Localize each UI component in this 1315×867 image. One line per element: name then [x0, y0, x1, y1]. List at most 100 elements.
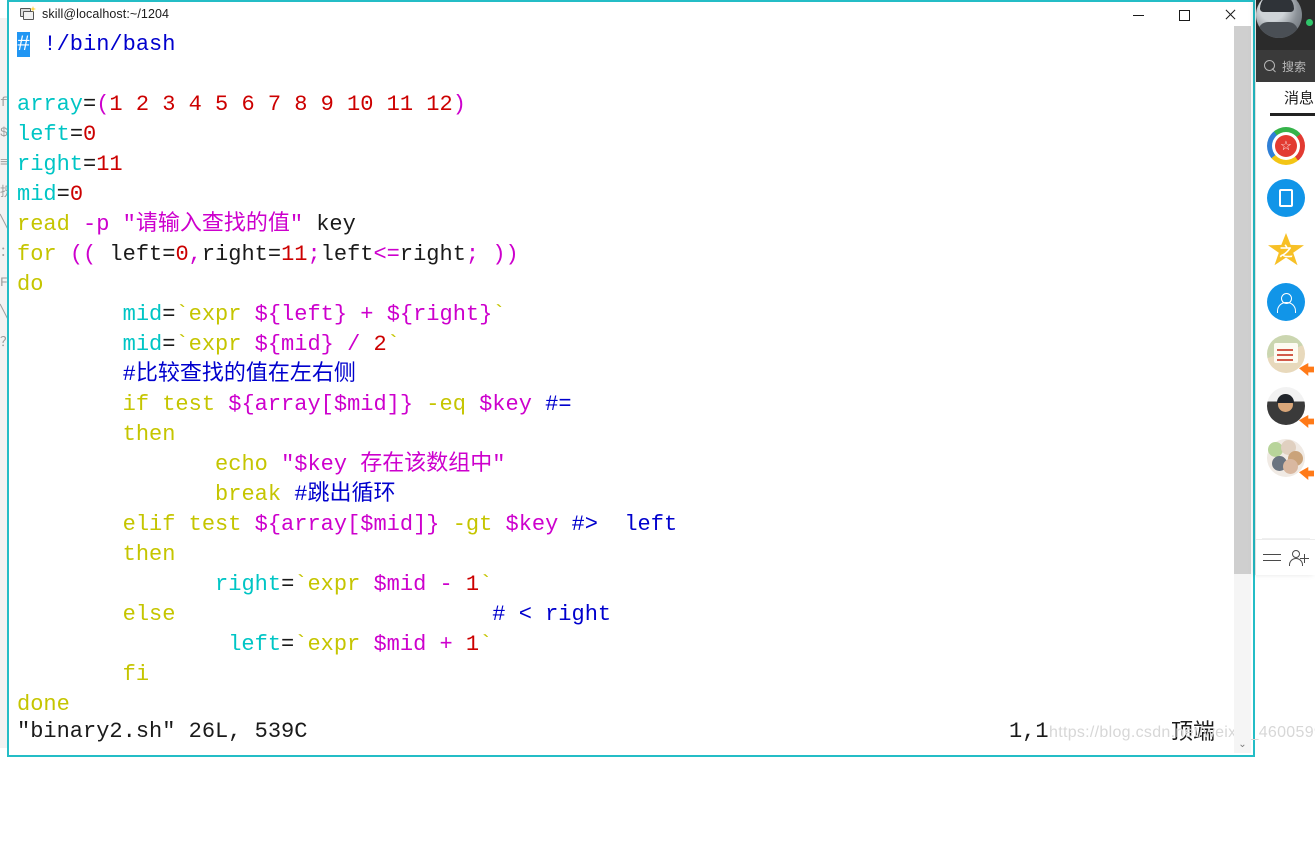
minimize-button[interactable] — [1115, 2, 1161, 28]
code-token: fi — [122, 662, 150, 687]
maximize-button[interactable] — [1161, 2, 1207, 28]
terminal-screen[interactable]: # !/bin/bash array=(1 2 3 4 5 6 7 8 9 10… — [9, 26, 1253, 753]
code-token: # — [17, 32, 31, 57]
code-token: ; — [465, 242, 493, 267]
code-token: ${mid} — [254, 332, 334, 357]
code-token: for — [17, 242, 57, 267]
code-token: #跳出循环 — [294, 482, 396, 507]
code-token: ( — [96, 92, 110, 117]
qq-conversation-list[interactable]: ☆ 之 — [1256, 120, 1315, 539]
code-token: echo — [215, 452, 282, 477]
code-token: + — [426, 632, 466, 657]
qq-messenger-panel[interactable]: 搜索 消息 ☆ 之 — [1255, 0, 1315, 575]
qq-group-icon — [1267, 283, 1305, 321]
code-token: = — [83, 92, 97, 117]
terminal-line: then — [17, 540, 677, 570]
scrollbar-thumb[interactable] — [1234, 26, 1251, 574]
code-token: do — [17, 272, 44, 297]
list-item[interactable] — [1256, 432, 1315, 484]
code-token: break — [215, 482, 282, 507]
terminal-line: if test ${array[$mid]} -eq $key #= — [17, 390, 677, 420]
window-controls — [1115, 2, 1253, 28]
code-token: 1 — [465, 632, 480, 657]
terminal-line: array=(1 2 3 4 5 6 7 8 9 10 11 12) — [17, 90, 677, 120]
code-token: right — [17, 152, 84, 177]
list-item[interactable] — [1256, 328, 1315, 380]
terminal-line: for (( left=0,right=11;left<=right; )) — [17, 240, 677, 270]
online-status-dot — [1305, 18, 1314, 27]
terminal-line: # !/bin/bash — [17, 30, 677, 60]
list-item[interactable]: 之 — [1256, 224, 1315, 276]
code-token: ` — [294, 632, 308, 657]
window-titlebar[interactable]: skill@localhost:~/1204 — [9, 0, 1253, 26]
terminal-line: mid=`expr ${mid} / 2` — [17, 330, 677, 360]
qq-notice-icon: ☆ — [1267, 127, 1305, 165]
qq-contact-photo-2 — [1267, 387, 1305, 425]
code-token: 2 — [373, 332, 387, 357]
putty-terminal-window[interactable]: skill@localhost:~/1204 # !/bin/bash arra… — [7, 0, 1315, 757]
code-token: ` — [492, 302, 506, 327]
code-token: 1 2 3 4 5 6 7 8 9 10 11 12 — [109, 92, 453, 117]
code-token: ${array[$mid]} — [254, 512, 440, 537]
code-token: , — [188, 242, 202, 267]
avatar[interactable] — [1256, 0, 1302, 38]
search-input[interactable]: 搜索 — [1256, 50, 1315, 82]
code-token: / — [333, 332, 374, 357]
tab-messages[interactable]: 消息 — [1256, 82, 1315, 116]
terminal-line: left=0 — [17, 120, 677, 150]
code-token: 11 — [96, 152, 123, 177]
code-token: 0 — [69, 182, 84, 207]
code-token: if test — [122, 392, 229, 417]
terminal-line: then — [17, 420, 677, 450]
code-token: $mid — [373, 632, 427, 657]
code-token: left — [320, 242, 374, 267]
terminal-line: left=`expr $mid + 1` — [17, 630, 677, 660]
code-token: ; — [307, 242, 321, 267]
terminal-line: done — [17, 690, 677, 720]
scroll-down-arrow-icon[interactable]: ⌄ — [1234, 736, 1251, 753]
code-token: 0 — [83, 122, 97, 147]
code-token: #比较查找的值在左右侧 — [122, 362, 356, 387]
list-item[interactable] — [1256, 276, 1315, 328]
terminal-line: right=`expr $mid - 1` — [17, 570, 677, 600]
close-icon — [1224, 9, 1236, 21]
code-token: left — [96, 242, 163, 267]
code-token: ` — [175, 332, 189, 357]
close-button[interactable] — [1207, 2, 1253, 28]
code-token: ` — [479, 632, 493, 657]
vim-status-line: "binary2.sh" 26L, 539C 1,1 顶端 — [17, 717, 1245, 747]
code-token: mid — [122, 332, 163, 357]
code-token: = — [267, 242, 282, 267]
code-token: "请输入查找的值" — [122, 212, 304, 237]
code-token: = — [69, 122, 84, 147]
terminal-line: echo "$key 存在该数组中" — [17, 450, 677, 480]
add-user-icon[interactable] — [1289, 549, 1309, 567]
menu-icon[interactable] — [1263, 549, 1283, 567]
code-token: $key — [505, 512, 559, 537]
code-token: right — [215, 572, 282, 597]
code-token: ` — [479, 572, 493, 597]
list-item[interactable]: ☆ — [1256, 120, 1315, 172]
putty-icon — [19, 6, 36, 22]
code-token: = — [162, 242, 176, 267]
list-item[interactable] — [1256, 172, 1315, 224]
list-item[interactable] — [1256, 380, 1315, 432]
code-token: ` — [175, 302, 189, 327]
code-token: right — [399, 242, 466, 267]
qq-footer-toolbar — [1256, 539, 1315, 575]
code-token: - — [426, 572, 466, 597]
terminal-line: right=11 — [17, 150, 677, 180]
code-token: ${array[$mid]} — [228, 392, 414, 417]
terminal-scrollbar[interactable]: ⌄ — [1234, 26, 1251, 753]
code-token: expr — [188, 302, 242, 327]
code-token: array — [17, 92, 84, 117]
code-token: = — [162, 332, 176, 357]
code-token: ` — [386, 332, 400, 357]
code-token: 1 — [465, 572, 480, 597]
code-token: ${right} — [386, 302, 493, 327]
maximize-icon — [1178, 9, 1190, 21]
